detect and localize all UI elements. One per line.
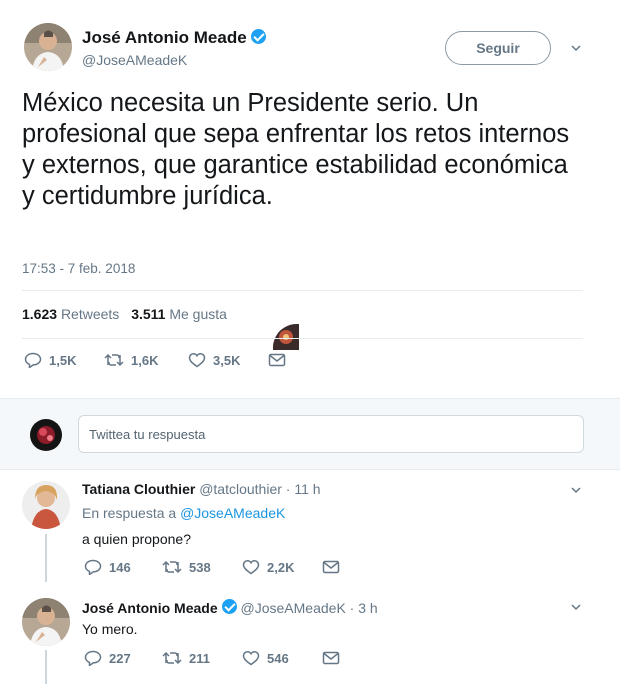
retweets-label[interactable]: Retweets bbox=[61, 306, 119, 322]
like-count: 2,2K bbox=[267, 559, 295, 575]
reply-text: Yo mero. bbox=[82, 621, 138, 637]
tweet-timestamp[interactable]: 17:53 - 7 feb. 2018 bbox=[22, 261, 135, 276]
reply-meta[interactable]: @JoseAMeadeK · 3 h bbox=[241, 600, 378, 616]
reply-icon bbox=[24, 352, 42, 368]
like-count: 546 bbox=[267, 650, 289, 666]
message-action[interactable] bbox=[268, 353, 286, 367]
in-reply-to: En respuesta a @JoseAMeadeK bbox=[82, 505, 285, 521]
message-action[interactable] bbox=[322, 560, 340, 574]
message-action[interactable] bbox=[322, 651, 340, 665]
reply-action[interactable]: 146 bbox=[84, 559, 162, 575]
reply-author-avatar[interactable] bbox=[22, 481, 70, 529]
reply-header: Tatiana Clouthier @tatclouthier · 11 h bbox=[82, 481, 321, 497]
current-user-avatar[interactable] bbox=[30, 419, 62, 451]
in-reply-prefix: En respuesta a bbox=[82, 505, 177, 521]
reply-actions: 146 538 2,2K bbox=[84, 559, 340, 575]
retweets-count[interactable]: 1.623 bbox=[22, 306, 57, 322]
follow-button[interactable]: Seguir bbox=[445, 31, 551, 65]
thread-line bbox=[45, 534, 47, 582]
likes-label[interactable]: Me gusta bbox=[169, 306, 227, 322]
reply-header: José Antonio Meade @JoseAMeadeK · 3 h bbox=[82, 599, 378, 616]
retweet-action[interactable]: 1,6K bbox=[104, 352, 188, 368]
envelope-icon bbox=[322, 651, 340, 665]
heart-icon bbox=[242, 559, 260, 575]
reply-count: 1,5K bbox=[49, 352, 77, 368]
reply-tweet: Tatiana Clouthier @tatclouthier · 11 h E… bbox=[0, 470, 620, 585]
author-avatar[interactable] bbox=[24, 23, 72, 71]
like-count: 3,5K bbox=[213, 352, 241, 368]
likes-count[interactable]: 3.511 bbox=[131, 306, 165, 322]
like-action[interactable]: 546 bbox=[242, 650, 322, 666]
reply-author-name[interactable]: José Antonio Meade bbox=[82, 600, 218, 616]
envelope-icon bbox=[268, 353, 286, 367]
verified-badge-icon bbox=[221, 599, 237, 614]
reply-author-avatar[interactable] bbox=[22, 598, 70, 646]
tweet-stats: 1.623 Retweets 3.511 Me gusta bbox=[22, 306, 235, 322]
main-tweet: José Antonio Meade @JoseAMeadeK Seguir M… bbox=[0, 0, 620, 395]
reply-count: 146 bbox=[109, 559, 131, 575]
retweet-count: 211 bbox=[189, 650, 210, 666]
retweet-count: 538 bbox=[189, 559, 211, 575]
verified-badge-icon bbox=[250, 29, 266, 44]
retweet-count: 1,6K bbox=[131, 352, 159, 368]
retweet-action[interactable]: 211 bbox=[162, 650, 242, 666]
retweet-icon bbox=[162, 559, 182, 575]
reply-icon bbox=[84, 650, 102, 666]
reply-action[interactable]: 227 bbox=[84, 650, 162, 666]
like-action[interactable]: 2,2K bbox=[242, 559, 322, 575]
tweet-actions: 1,5K 1,6K 3,5K bbox=[24, 352, 286, 368]
reply-input[interactable] bbox=[78, 415, 584, 453]
heart-icon bbox=[242, 650, 260, 666]
reply-icon bbox=[84, 559, 102, 575]
reply-action[interactable]: 1,5K bbox=[24, 352, 104, 368]
tweet-text: México necesita un Presidente serio. Un … bbox=[22, 89, 570, 210]
chevron-down-icon[interactable] bbox=[570, 42, 582, 54]
reply-text: a quien propone? bbox=[82, 531, 191, 547]
reply-actions: 227 211 546 bbox=[84, 650, 340, 666]
retweet-icon bbox=[104, 352, 124, 368]
chevron-down-icon[interactable] bbox=[570, 601, 582, 613]
divider bbox=[22, 290, 583, 291]
reply-meta[interactable]: @tatclouthier · 11 h bbox=[199, 481, 320, 497]
author-name[interactable]: José Antonio Meade bbox=[82, 28, 266, 48]
retweet-action[interactable]: 538 bbox=[162, 559, 242, 575]
thread-line bbox=[45, 650, 47, 684]
heart-icon bbox=[188, 352, 206, 368]
reply-count: 227 bbox=[109, 650, 131, 666]
in-reply-handle-link[interactable]: @JoseAMeadeK bbox=[180, 505, 285, 521]
reply-author-name[interactable]: Tatiana Clouthier bbox=[82, 481, 195, 497]
like-action[interactable]: 3,5K bbox=[188, 352, 268, 368]
envelope-icon bbox=[322, 560, 340, 574]
reply-composer bbox=[0, 398, 620, 470]
retweet-icon bbox=[162, 650, 182, 666]
author-handle[interactable]: @JoseAMeadeK bbox=[82, 52, 187, 68]
reply-tweet: José Antonio Meade @JoseAMeadeK · 3 h Yo… bbox=[0, 588, 620, 687]
divider bbox=[22, 338, 583, 339]
chevron-down-icon[interactable] bbox=[570, 484, 582, 496]
